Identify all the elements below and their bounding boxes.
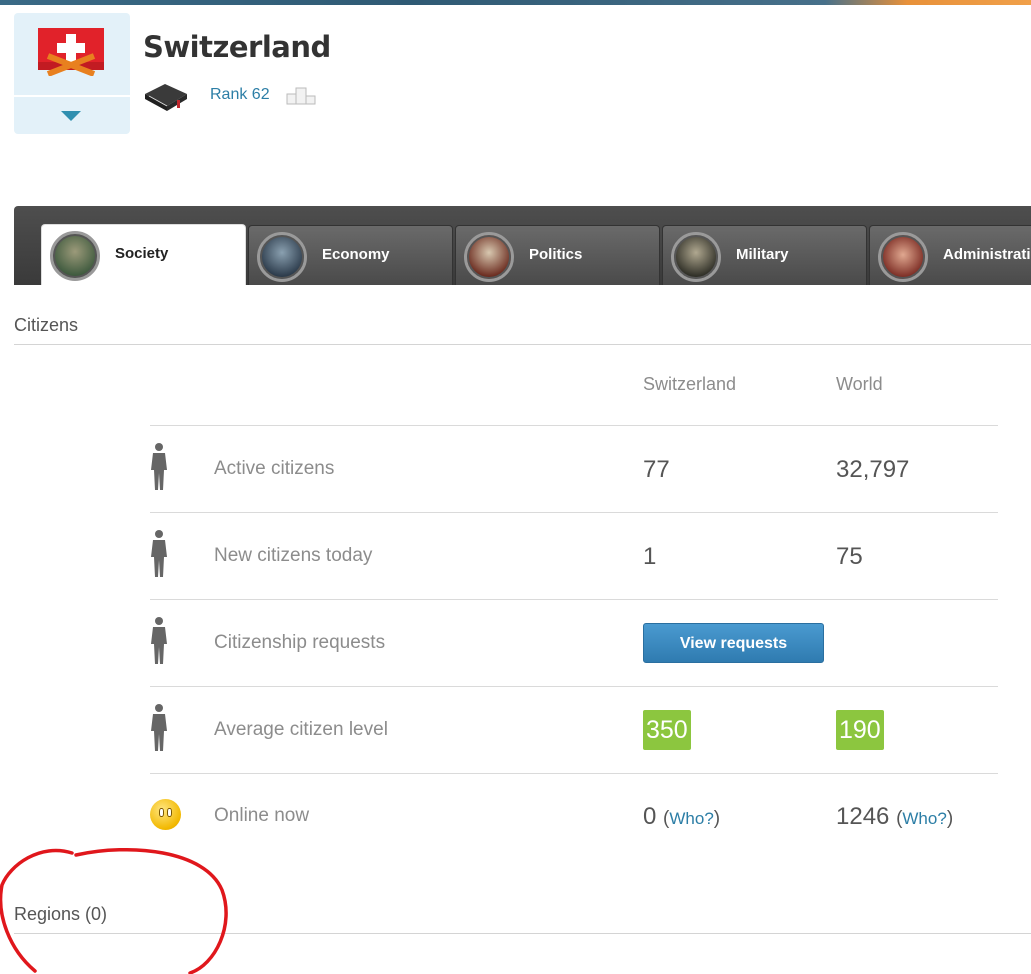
who-wrapper: (Who?) bbox=[663, 808, 721, 829]
economy-icon bbox=[257, 232, 307, 282]
person-icon bbox=[151, 530, 167, 577]
tab-politics[interactable]: Politics bbox=[455, 225, 660, 285]
country-title: Switzerland bbox=[143, 30, 331, 64]
row-divider bbox=[150, 599, 998, 600]
online-country-cell: 0 (Who?) bbox=[643, 803, 720, 831]
who-link-world[interactable]: Who? bbox=[902, 809, 946, 828]
person-icon bbox=[151, 617, 167, 664]
row-label-average-level: Average citizen level bbox=[214, 719, 388, 740]
rank-link[interactable]: Rank 62 bbox=[210, 86, 270, 104]
section-divider bbox=[14, 933, 1031, 934]
military-icon bbox=[671, 232, 721, 282]
tab-label: Economy bbox=[322, 246, 390, 263]
tab-economy[interactable]: Economy bbox=[248, 225, 453, 285]
row-divider bbox=[150, 512, 998, 513]
tab-label: Administration bbox=[943, 246, 1031, 263]
column-header-world: World bbox=[836, 374, 883, 394]
row-label-active-citizens: Active citizens bbox=[214, 458, 335, 479]
average-level-world-badge: 190 bbox=[836, 710, 884, 750]
smiley-icon bbox=[150, 799, 181, 830]
column-header-country: Switzerland bbox=[643, 374, 737, 394]
online-country-value: 0 bbox=[643, 803, 657, 830]
new-citizens-country-value: 1 bbox=[643, 543, 657, 570]
online-world-cell: 1246 (Who?) bbox=[836, 803, 953, 831]
country-flag-box[interactable] bbox=[14, 13, 130, 134]
average-level-country-badge: 350 bbox=[643, 710, 691, 750]
top-banner-strip bbox=[0, 0, 1031, 5]
politics-icon bbox=[464, 232, 514, 282]
new-citizens-world-value: 75 bbox=[836, 543, 863, 570]
tab-administration[interactable]: Administration bbox=[869, 225, 1031, 285]
who-link-country[interactable]: Who? bbox=[669, 809, 713, 828]
row-divider bbox=[150, 686, 998, 687]
who-wrapper: (Who?) bbox=[896, 808, 954, 829]
chevron-down-icon[interactable] bbox=[61, 111, 81, 121]
tab-label: Military bbox=[736, 246, 789, 263]
tab-label: Politics bbox=[529, 246, 583, 263]
active-citizens-world-value: 32,797 bbox=[836, 456, 910, 483]
society-icon bbox=[50, 231, 100, 281]
tab-society[interactable]: Society bbox=[41, 224, 246, 285]
row-label-new-citizens: New citizens today bbox=[214, 545, 373, 566]
tab-label: Society bbox=[115, 245, 169, 262]
administration-icon bbox=[878, 232, 928, 282]
row-divider bbox=[150, 425, 998, 426]
view-requests-button[interactable]: View requests bbox=[643, 623, 824, 663]
row-label-citizenship-requests: Citizenship requests bbox=[214, 632, 386, 653]
section-divider bbox=[14, 344, 1031, 345]
row-divider bbox=[150, 773, 998, 774]
online-world-value: 1246 bbox=[836, 803, 890, 830]
active-citizens-country-value: 77 bbox=[643, 456, 670, 483]
regions-section-title: Regions (0) bbox=[14, 904, 108, 924]
book-icon bbox=[145, 84, 187, 111]
rank-podium-icon bbox=[286, 87, 316, 105]
country-tab-bar: Society Economy Politics Military Admini… bbox=[14, 206, 1031, 285]
citizens-section-title: Citizens bbox=[14, 315, 79, 335]
flag-icon bbox=[38, 28, 104, 76]
row-label-online-now: Online now bbox=[214, 805, 310, 826]
person-icon bbox=[151, 443, 167, 490]
person-icon bbox=[151, 704, 167, 751]
flag-box-divider bbox=[14, 95, 130, 97]
tab-military[interactable]: Military bbox=[662, 225, 867, 285]
